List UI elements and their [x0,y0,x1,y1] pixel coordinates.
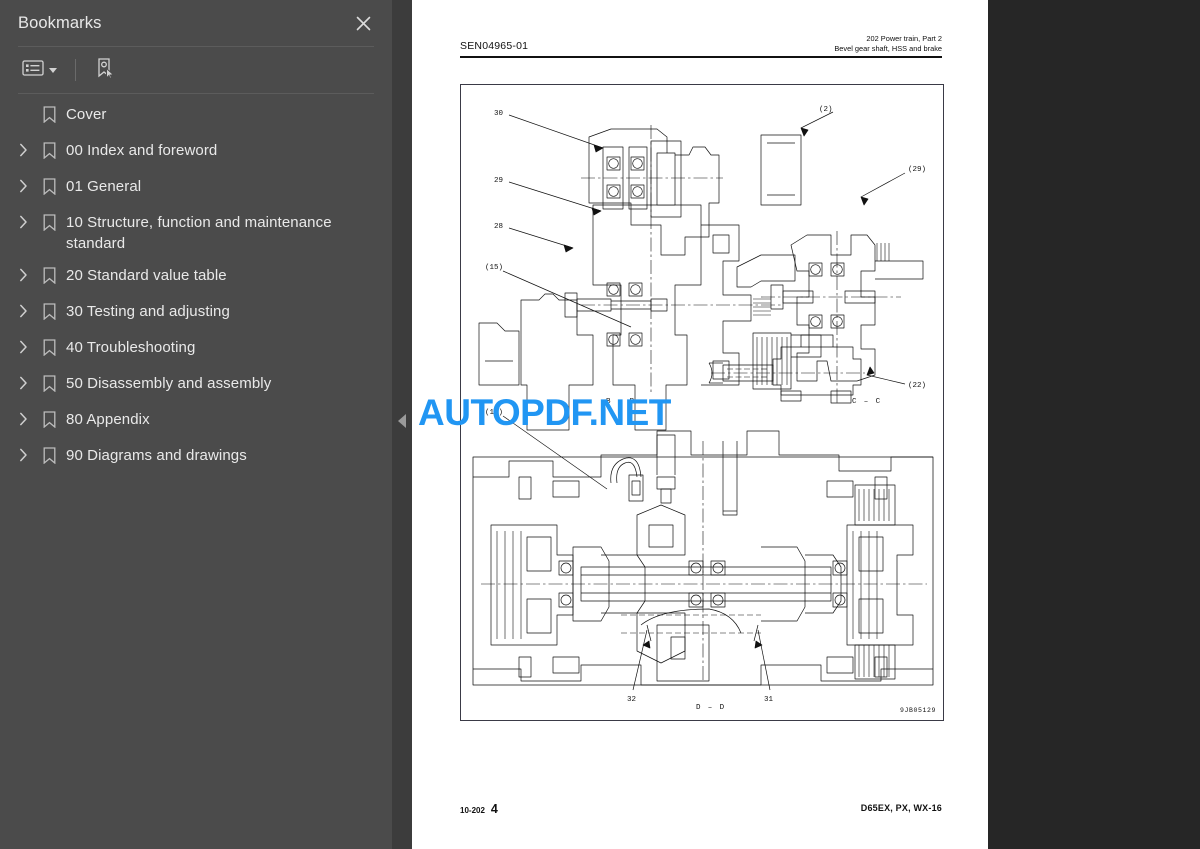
bookmark-label: 90 Diagrams and drawings [66,447,247,464]
page-footer-left: 10-202 4 [460,802,498,816]
bookmark-label: 00 Index and foreword [66,142,218,159]
bookmark-label: 80 Appendix [66,411,150,428]
bookmarks-list[interactable]: Cover 00 Index and foreword 01 General 1… [0,94,392,849]
callout-22: (22) [908,382,927,390]
document-number: SEN04965-01 [460,40,529,53]
bookmark-label: 50 Disassembly and assembly [66,375,272,392]
section-label-d-d: D – D [696,704,726,712]
collapse-left-arrow-icon [398,414,406,428]
bookmark-icon [36,139,62,161]
bookmark-label: 01 General [66,178,142,195]
drawing-number: 9JB05129 [899,707,936,714]
bookmark-label: 40 Troubleshooting [66,339,196,356]
bookmark-icon [36,372,62,394]
toolbar-divider [75,59,76,81]
callout-29b: (29) [908,166,927,174]
expand-chevron-icon[interactable] [10,264,36,286]
bookmarks-header: Bookmarks [0,0,392,46]
footer-page-number: 4 [490,802,498,816]
expand-chevron-icon[interactable] [10,175,36,197]
callout-19: (19) [485,409,504,417]
bookmark-item-30-testing-and-adjusting[interactable]: 30 Testing and adjusting [0,295,392,331]
bookmark-label: 10 Structure, function and maintenance s… [66,214,332,252]
callout-2: (2) [819,106,833,114]
page-header-section: 202 Power train, Part 2 Bevel gear shaft… [834,34,942,53]
callout-15: (15) [485,264,504,272]
bookmark-label: 30 Testing and adjusting [66,303,230,320]
page-header-rule [460,56,942,58]
bookmark-item-90-diagrams-and-drawings[interactable]: 90 Diagrams and drawings [0,439,392,475]
section-title-line2: Bevel gear shaft, HSS and brake [834,43,942,53]
bookmark-icon [36,444,62,466]
close-icon[interactable] [350,10,376,36]
bookmark-item-50-disassembly-and-assembly[interactable]: 50 Disassembly and assembly [0,367,392,403]
pdf-viewer-app: Bookmarks Cover 00 Index and foreword 01… [0,0,1200,849]
section-label-b-b: B – B [606,398,636,406]
callout-31: 31 [764,696,774,704]
new-bookmark-icon [94,57,116,84]
expand-chevron-icon[interactable] [10,211,36,233]
bookmark-icon [36,336,62,358]
bookmark-label: Cover [66,106,107,123]
panel-title: Bookmarks [18,13,102,32]
bookmark-icon [36,300,62,322]
bookmarks-toolbar [0,47,392,93]
expand-chevron-icon[interactable] [10,408,36,430]
sidebar-collapse-handle[interactable] [392,0,412,849]
callout-28: 28 [494,223,504,231]
expand-chevron-icon[interactable] [10,336,36,358]
chevron-down-icon [49,67,57,73]
bookmark-icon [36,408,62,430]
new-bookmark-button[interactable] [90,55,120,85]
footer-model: D65EX, PX, WX-16 [860,803,942,813]
bookmark-item-00-index-and-foreword[interactable]: 00 Index and foreword [0,134,392,170]
bookmarks-sidebar: Bookmarks Cover 00 Index and foreword 01… [0,0,392,849]
list-options-button[interactable] [18,55,61,85]
bookmark-icon [36,175,62,197]
footer-section-code: 10-202 [460,806,485,815]
page-header: SEN04965-01 202 Power train, Part 2 Beve… [460,34,942,53]
bookmark-item-10-structure-function-and-maintenance-standard[interactable]: 10 Structure, function and maintenance s… [0,206,392,259]
callout-29: 29 [494,177,504,185]
expand-chevron-icon[interactable] [10,139,36,161]
section-label-c-c: C – C [852,398,882,406]
bookmark-item-cover[interactable]: Cover [0,98,392,134]
pdf-page: SEN04965-01 202 Power train, Part 2 Beve… [412,0,988,849]
bookmark-label: 20 Standard value table [66,267,227,284]
bookmark-icon [36,103,62,125]
expand-chevron-icon[interactable] [10,372,36,394]
figure-frame: B – B C – C D – D 30 29 28 (15) (2) (29)… [460,84,944,721]
bookmark-item-40-troubleshooting[interactable]: 40 Troubleshooting [0,331,392,367]
callout-32: 32 [627,696,637,704]
callout-30: 30 [494,110,504,118]
section-title-line1: 202 Power train, Part 2 [866,34,942,43]
expand-chevron-icon[interactable] [10,300,36,322]
bookmark-item-01-general[interactable]: 01 General [0,170,392,206]
bookmark-item-80-appendix[interactable]: 80 Appendix [0,403,392,439]
bookmark-item-20-standard-value-table[interactable]: 20 Standard value table [0,259,392,295]
list-options-icon [22,59,44,82]
bookmark-icon [36,264,62,286]
expand-chevron-icon[interactable] [10,444,36,466]
pdf-page-viewer[interactable]: SEN04965-01 202 Power train, Part 2 Beve… [412,0,1200,849]
bookmark-icon [36,211,62,233]
